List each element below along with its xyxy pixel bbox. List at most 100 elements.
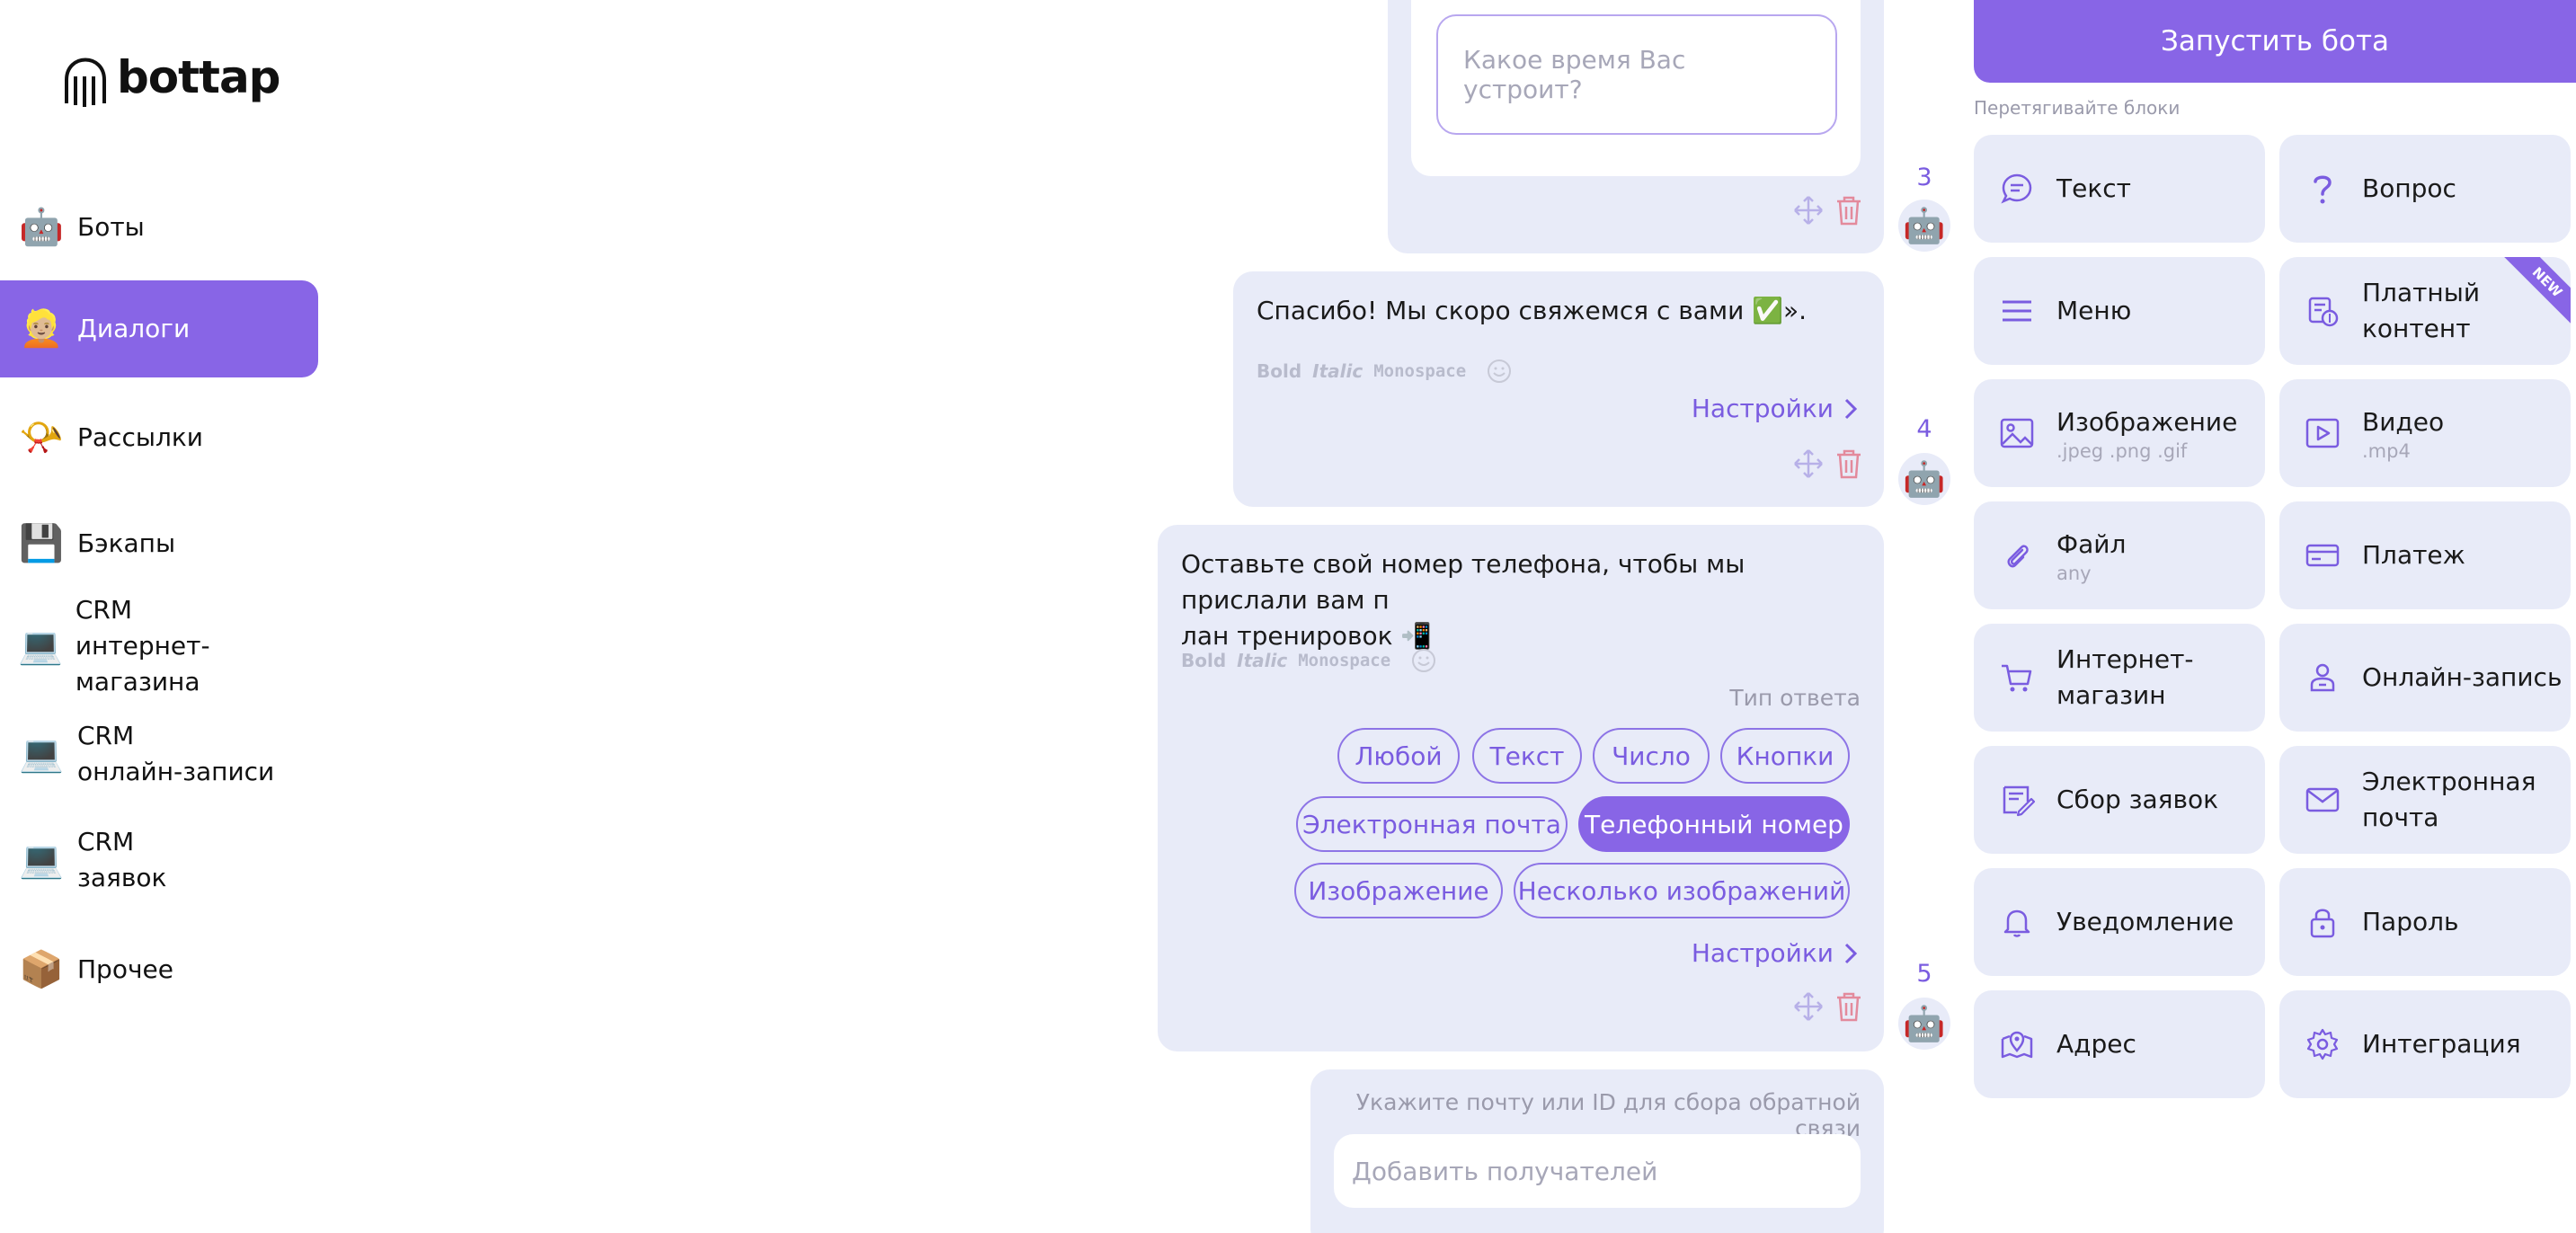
block-file[interactable]: Файл any	[1974, 501, 2265, 609]
laptop-icon: 💻	[18, 625, 63, 667]
sidebar-item-label: CRM интернет-магазина	[75, 595, 210, 696]
card-tools	[1792, 448, 1864, 480]
italic-button[interactable]: Italic	[1237, 650, 1287, 671]
format-toolbar: Bold Italic Monospace	[1257, 358, 1513, 385]
sidebar-item-label: Прочее	[77, 954, 173, 984]
italic-button[interactable]: Italic	[1312, 360, 1363, 382]
block-password[interactable]: Пароль	[2279, 868, 2571, 976]
chip-phone-number[interactable]: Телефонный номер	[1578, 796, 1850, 852]
settings-label: Настройки	[1691, 938, 1834, 968]
block-label: Файл	[2056, 529, 2127, 559]
mail-icon	[2301, 778, 2344, 821]
message-card[interactable]: Спасибо! Мы скоро свяжемся с вами ✅». Bo…	[1233, 271, 1884, 507]
block-question[interactable]: Вопрос	[2279, 135, 2571, 243]
bold-button[interactable]: Bold	[1257, 360, 1301, 382]
gear-icon	[2301, 1023, 2344, 1066]
trash-icon[interactable]	[1834, 448, 1864, 480]
block-label: Вопрос	[2362, 173, 2456, 203]
block-label: Онлайн-запись	[2362, 662, 2563, 692]
sidebar-item-bots[interactable]: 🤖 Боты	[0, 200, 318, 255]
trash-icon[interactable]	[1834, 990, 1864, 1023]
emoji-icon[interactable]	[1486, 358, 1513, 385]
chip-text[interactable]: Текст	[1472, 728, 1582, 784]
sidebar-item-other[interactable]: 📦 Прочее	[0, 942, 318, 998]
settings-link[interactable]: Настройки	[1692, 938, 1859, 968]
laptop-icon: 💻	[19, 733, 64, 775]
block-label: Электронная почта	[2362, 767, 2536, 832]
floppy-disk-icon: 💾	[19, 523, 64, 564]
sidebar-item-label: Рассылки	[77, 422, 203, 452]
block-image[interactable]: Изображение .jpeg .png .gif	[1974, 379, 2265, 487]
card-icon	[2301, 534, 2344, 577]
chip-multiple-images[interactable]: Несколько изображений	[1514, 863, 1850, 918]
settings-link[interactable]: Настройки	[1692, 394, 1859, 423]
message-text[interactable]: Оставьте свой номер телефона, чтобы мы п…	[1181, 546, 1868, 654]
message-text[interactable]: Спасибо! Мы скоро свяжемся с вами ✅».	[1257, 293, 1868, 329]
robot-icon: 🤖	[19, 207, 64, 248]
robot-avatar: 🤖	[1898, 998, 1950, 1050]
block-paid-content[interactable]: Платный контент NEW	[2279, 257, 2571, 365]
question-card[interactable]: Какое время Вас устроит?	[1388, 0, 1884, 253]
menu-icon	[1995, 289, 2039, 333]
block-notification[interactable]: Уведомление	[1974, 868, 2265, 976]
question-card[interactable]: Оставьте свой номер телефона, чтобы мы п…	[1158, 525, 1884, 1051]
logo[interactable]: bottap	[59, 41, 280, 113]
sidebar-item-label: CRM онлайн-записи	[77, 721, 275, 786]
block-payment[interactable]: Платеж	[2279, 501, 2571, 609]
map-pin-icon	[1995, 1023, 2039, 1066]
block-online-shop[interactable]: Интернет-магазин	[1974, 624, 2265, 732]
sidebar-item-mailings[interactable]: 📯 Рассылки	[0, 410, 318, 466]
block-label: Сбор заявок	[2056, 785, 2219, 814]
move-icon[interactable]	[1792, 448, 1825, 480]
block-email[interactable]: Электронная почта	[2279, 746, 2571, 854]
monospace-button[interactable]: Monospace	[1373, 361, 1466, 381]
launch-bot-button[interactable]: Запустить бота	[1974, 0, 2576, 83]
block-menu[interactable]: Меню	[1974, 257, 2265, 365]
step-number: 3	[1916, 164, 1932, 191]
block-label: Интернет-магазин	[2056, 644, 2194, 710]
block-label: Изображение	[2056, 407, 2238, 437]
chip-buttons[interactable]: Кнопки	[1720, 728, 1850, 784]
recipients-input[interactable]: Добавить получателей	[1334, 1134, 1861, 1208]
sidebar-item-backups[interactable]: 💾 Бэкапы	[0, 516, 318, 572]
lock-icon	[2301, 900, 2344, 944]
sidebar-item-label: CRM заявок	[77, 827, 167, 892]
move-icon[interactable]	[1792, 990, 1825, 1023]
settings-label: Настройки	[1691, 394, 1834, 423]
brand-name: bottap	[117, 51, 280, 103]
chip-email[interactable]: Электронная почта	[1296, 796, 1568, 852]
block-text[interactable]: Текст	[1974, 135, 2265, 243]
monospace-button[interactable]: Monospace	[1298, 651, 1390, 670]
card-tools	[1792, 990, 1864, 1023]
person-icon: 👱🏼	[19, 308, 64, 350]
sidebar-item-crm-booking[interactable]: 💻 CRM онлайн-записи	[0, 714, 318, 794]
block-online-booking[interactable]: Онлайн-запись	[2279, 624, 2571, 732]
chip-number[interactable]: Число	[1593, 728, 1710, 784]
chip-image[interactable]: Изображение	[1294, 863, 1503, 918]
bell-icon	[1995, 900, 2039, 944]
chevron-right-icon	[1844, 943, 1858, 963]
block-address[interactable]: Адрес	[1974, 990, 2265, 1098]
robot-avatar: 🤖	[1898, 200, 1950, 252]
sidebar-item-crm-requests[interactable]: 💻 CRM заявок	[0, 820, 318, 900]
block-integration[interactable]: Интеграция	[2279, 990, 2571, 1098]
emoji-icon[interactable]	[1410, 647, 1437, 674]
block-lead-form[interactable]: Сбор заявок	[1974, 746, 2265, 854]
step-number: 5	[1916, 960, 1932, 988]
sidebar-item-dialogs[interactable]: 👱🏼 Диалоги	[0, 280, 318, 377]
bold-button[interactable]: Bold	[1181, 650, 1226, 671]
form-icon	[1995, 778, 2039, 821]
block-video[interactable]: Видео .mp4	[2279, 379, 2571, 487]
answer-type-label: Тип ответа	[1729, 685, 1861, 711]
trash-icon[interactable]	[1834, 194, 1864, 226]
chip-any[interactable]: Любой	[1337, 728, 1460, 784]
sidebar-item-crm-shop[interactable]: 💻 CRM интернет-магазина	[0, 595, 318, 696]
person-badge-icon	[2301, 656, 2344, 699]
chevron-right-icon	[1844, 398, 1858, 419]
postal-horn-icon: 📯	[19, 417, 64, 458]
sidebar-item-label: Боты	[77, 212, 145, 242]
format-toolbar: Bold Italic Monospace	[1181, 647, 1437, 674]
answer-placeholder-input[interactable]: Какое время Вас устроит?	[1436, 14, 1837, 135]
move-icon[interactable]	[1792, 194, 1825, 226]
paperclip-icon	[1995, 534, 2039, 577]
